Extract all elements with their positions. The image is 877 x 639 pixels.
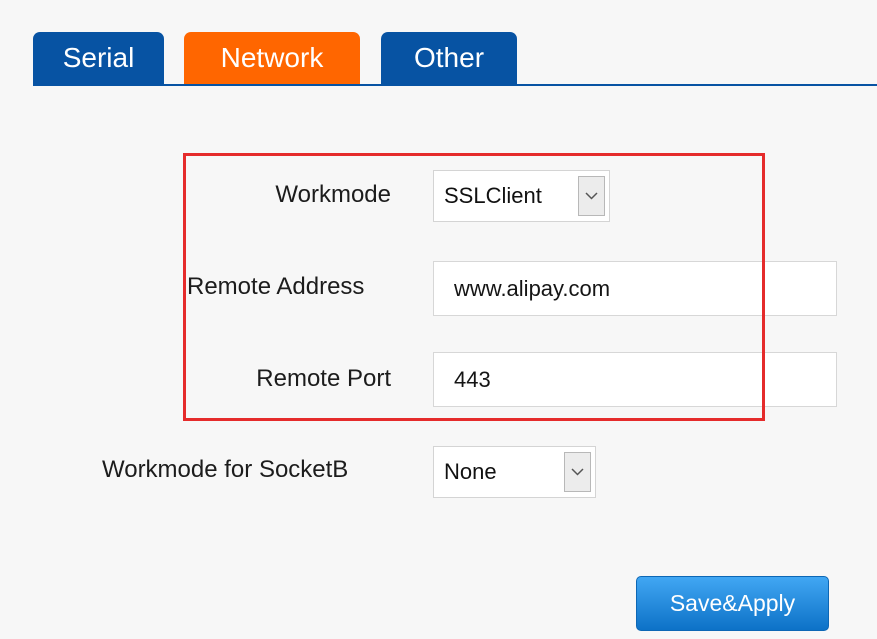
chevron-down-icon[interactable]	[564, 452, 591, 492]
remote-port-label: Remote Port	[256, 365, 391, 392]
chevron-down-icon[interactable]	[578, 176, 605, 216]
tab-other[interactable]: Other	[381, 32, 517, 84]
tab-serial[interactable]: Serial	[33, 32, 164, 84]
workmode-socketb-label: Workmode for SocketB	[102, 456, 349, 483]
settings-tab-bar: Serial Network Other	[0, 0, 877, 90]
save-apply-button[interactable]: Save&Apply	[636, 576, 829, 631]
workmode-socketb-select[interactable]: None	[433, 446, 596, 498]
workmode-select[interactable]: SSLClient	[433, 170, 610, 222]
workmode-socketb-value: None	[444, 459, 497, 484]
workmode-value: SSLClient	[444, 183, 542, 208]
tab-network[interactable]: Network	[184, 32, 360, 84]
remote-port-input[interactable]: 443	[433, 352, 837, 407]
remote-address-label: Remote Address	[187, 273, 365, 300]
tab-divider	[33, 84, 877, 86]
remote-address-input[interactable]: www.alipay.com	[433, 261, 837, 316]
workmode-label: Workmode	[275, 181, 391, 208]
network-settings-page: Serial Network Other Workmode SSLClient …	[0, 0, 877, 639]
